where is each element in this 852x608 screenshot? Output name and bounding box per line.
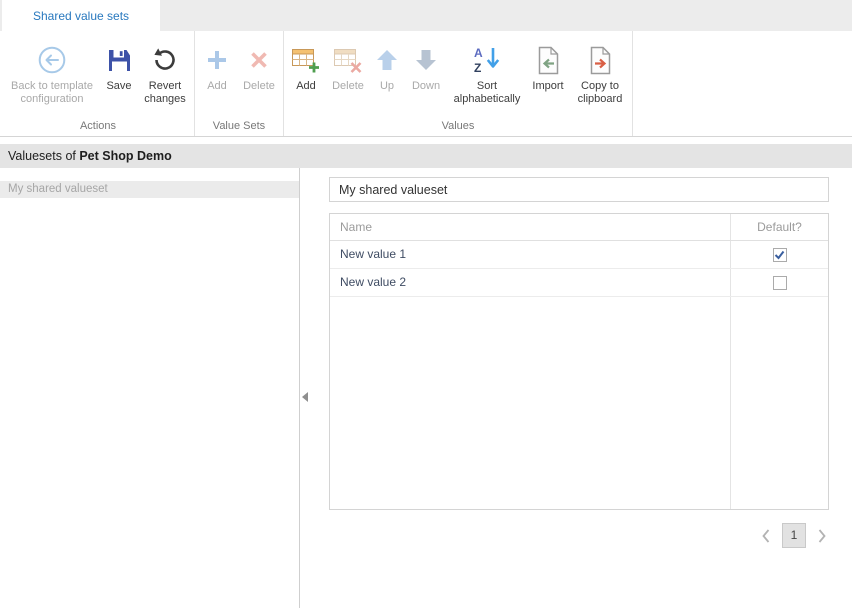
value-name-cell: New value 1 bbox=[330, 241, 730, 268]
sort-alphabetically-button[interactable]: A Z Sort alphabetically bbox=[448, 36, 526, 106]
page-title: Valuesets of Pet Shop Demo bbox=[0, 144, 852, 168]
button-label: Up bbox=[380, 80, 394, 93]
tab-shared-value-sets[interactable]: Shared value sets bbox=[2, 0, 160, 31]
value-add-button[interactable]: Add bbox=[286, 36, 326, 93]
content-area: My shared valueset Name Default? New val… bbox=[0, 168, 852, 608]
revert-icon bbox=[152, 42, 178, 78]
value-delete-button[interactable]: Delete bbox=[326, 36, 370, 93]
value-down-button[interactable]: Down bbox=[404, 36, 448, 93]
valueset-delete-button[interactable]: Delete bbox=[237, 36, 281, 93]
prev-page-button[interactable] bbox=[759, 523, 773, 548]
button-label: Add bbox=[296, 80, 316, 93]
values-table: Name Default? New value 1 New value 2 bbox=[329, 213, 829, 510]
copy-to-clipboard-button[interactable]: Copy to clipboard bbox=[570, 36, 630, 106]
valueset-add-button[interactable]: Add bbox=[197, 36, 237, 93]
svg-text:Z: Z bbox=[474, 61, 481, 75]
table-header-row: Name Default? bbox=[330, 214, 828, 241]
revert-changes-button[interactable]: Revert changes bbox=[138, 36, 192, 106]
page-number-button[interactable]: 1 bbox=[782, 523, 806, 548]
valueset-list: My shared valueset bbox=[0, 168, 300, 608]
default-cell bbox=[730, 269, 828, 296]
column-header-name: Name bbox=[330, 214, 730, 240]
back-icon bbox=[37, 42, 67, 78]
down-arrow-icon bbox=[414, 42, 438, 78]
column-header-default: Default? bbox=[730, 214, 828, 240]
tab-label: Shared value sets bbox=[33, 9, 129, 23]
default-cell bbox=[730, 241, 828, 268]
group-label-actions: Actions bbox=[4, 118, 192, 136]
tab-bar: Shared value sets bbox=[0, 0, 852, 31]
next-page-button[interactable] bbox=[815, 523, 829, 548]
up-arrow-icon bbox=[375, 42, 399, 78]
button-label: Sort alphabetically bbox=[448, 80, 526, 106]
button-label: Save bbox=[106, 80, 131, 93]
button-label: Import bbox=[532, 80, 563, 93]
ribbon-group-actions: Back to template configuration Save bbox=[2, 31, 195, 136]
group-label-values: Values bbox=[286, 118, 630, 136]
button-label: Copy to clipboard bbox=[570, 80, 630, 106]
app-window: Shared value sets Back to template confi… bbox=[0, 0, 852, 608]
value-up-button[interactable]: Up bbox=[370, 36, 404, 93]
title-prefix: Valuesets of bbox=[8, 149, 79, 163]
default-checkbox[interactable] bbox=[773, 276, 787, 290]
button-label: Delete bbox=[243, 80, 275, 93]
ribbon-button-row: Add Delete bbox=[197, 36, 281, 93]
valueset-list-item[interactable]: My shared valueset bbox=[0, 181, 299, 198]
table-row[interactable]: New value 2 bbox=[330, 269, 828, 297]
valueset-editor: Name Default? New value 1 New value 2 bbox=[300, 168, 852, 608]
import-button[interactable]: Import bbox=[526, 36, 570, 93]
default-checkbox[interactable] bbox=[773, 248, 787, 262]
table-delete-icon bbox=[334, 42, 362, 78]
save-icon bbox=[107, 42, 132, 78]
ribbon-button-row: Back to template configuration Save bbox=[4, 36, 192, 106]
table-empty-area bbox=[330, 297, 828, 509]
import-icon bbox=[536, 42, 560, 78]
button-label: Back to template configuration bbox=[4, 80, 100, 106]
svg-text:A: A bbox=[474, 46, 483, 60]
ribbon-button-row: Add Delete bbox=[286, 36, 630, 106]
back-to-template-button[interactable]: Back to template configuration bbox=[4, 36, 100, 106]
add-plus-icon bbox=[206, 42, 228, 78]
sort-az-icon: A Z bbox=[472, 42, 502, 78]
table-row[interactable]: New value 1 bbox=[330, 241, 828, 269]
ribbon-group-values: Add Delete bbox=[284, 31, 633, 136]
delete-cross-icon bbox=[249, 42, 269, 78]
button-label: Revert changes bbox=[138, 80, 192, 106]
value-name-cell: New value 2 bbox=[330, 269, 730, 296]
ribbon-group-value-sets: Add Delete Value Sets bbox=[195, 31, 284, 136]
collapse-left-icon bbox=[302, 392, 308, 402]
copy-icon bbox=[588, 42, 612, 78]
ribbon: Back to template configuration Save bbox=[0, 31, 852, 137]
pagination: 1 bbox=[329, 523, 829, 548]
button-label: Add bbox=[207, 80, 227, 93]
valueset-name-input[interactable] bbox=[329, 177, 829, 202]
group-label-value-sets: Value Sets bbox=[197, 118, 281, 136]
save-button[interactable]: Save bbox=[100, 36, 138, 93]
table-add-icon bbox=[292, 42, 320, 78]
title-name: Pet Shop Demo bbox=[79, 149, 171, 163]
button-label: Down bbox=[412, 80, 440, 93]
collapse-sidebar-handle[interactable] bbox=[300, 386, 309, 408]
button-label: Delete bbox=[332, 80, 364, 93]
